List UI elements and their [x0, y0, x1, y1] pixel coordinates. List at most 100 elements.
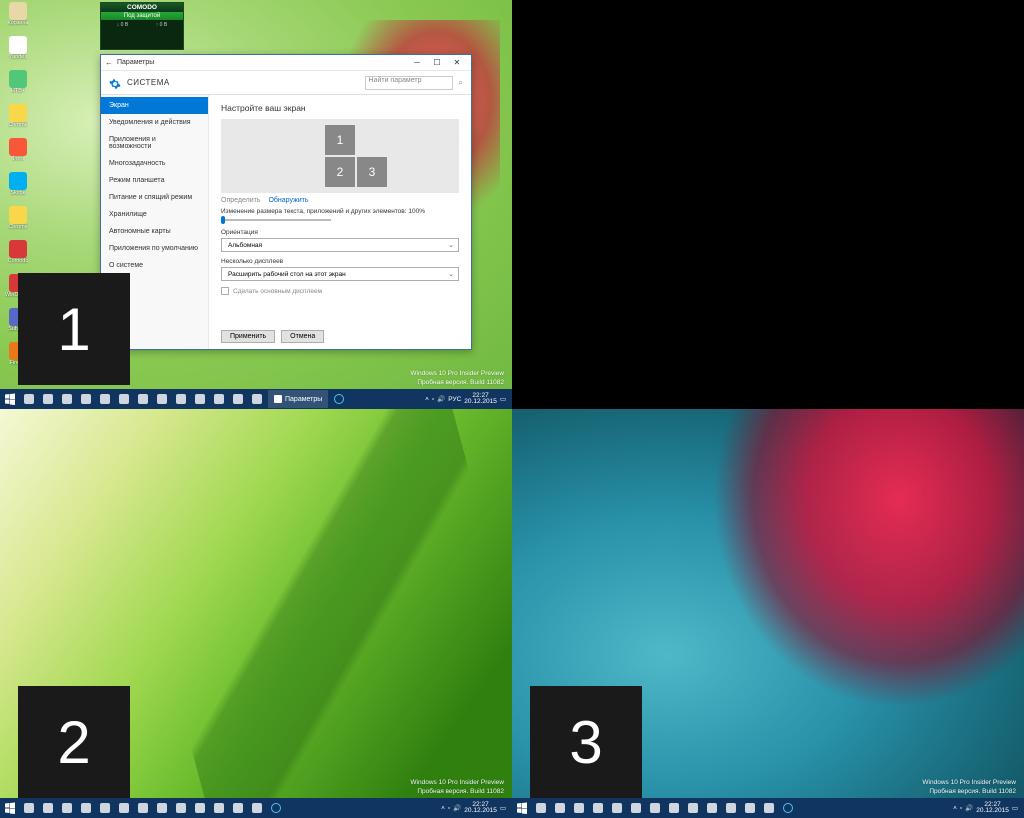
close-button[interactable]: ✕	[447, 56, 467, 70]
task-view-icon[interactable]	[40, 800, 56, 816]
movies-icon[interactable]	[116, 391, 132, 407]
maximize-button[interactable]: ☐	[427, 56, 447, 70]
start-button[interactable]	[2, 800, 18, 816]
pen-icon[interactable]	[647, 800, 663, 816]
action-center-icon[interactable]: ▭	[500, 395, 506, 403]
desktop-icon[interactable]: Chrome	[4, 104, 32, 136]
identify-link[interactable]: Определить	[221, 197, 260, 204]
calendar-icon[interactable]	[192, 800, 208, 816]
onenote-icon[interactable]	[211, 800, 227, 816]
ie-icon[interactable]	[331, 391, 347, 407]
search-icon[interactable]	[21, 800, 37, 816]
action-center-icon[interactable]: ▭	[1012, 804, 1018, 812]
sidebar-item[interactable]: Экран	[101, 97, 208, 114]
system-tray[interactable]: ˄ ▫ 🔊 22:2720.12.2015 ▭	[441, 802, 510, 815]
explorer-icon[interactable]	[590, 800, 606, 816]
taskbar[interactable]: ˄ ▫ 🔊 22:2720.12.2015 ▭	[512, 798, 1024, 818]
search-input[interactable]: Найти параметр	[365, 76, 453, 90]
ie-icon[interactable]	[268, 800, 284, 816]
monitor-tile-1[interactable]: 1	[325, 125, 355, 155]
people-icon[interactable]	[666, 800, 682, 816]
search-icon[interactable]	[21, 391, 37, 407]
apply-button[interactable]: Применить	[221, 330, 275, 343]
search-icon[interactable]	[533, 800, 549, 816]
sidebar-item[interactable]: О системе	[101, 257, 208, 274]
edge-icon[interactable]	[59, 800, 75, 816]
people-icon[interactable]	[154, 391, 170, 407]
desktop-icon[interactable]: Корзина	[4, 2, 32, 34]
back-icon[interactable]: ←	[105, 58, 113, 67]
sidebar-item[interactable]: Автономные карты	[101, 223, 208, 240]
volume-icon[interactable]: 🔊	[965, 804, 973, 812]
taskbar[interactable]: ˄ ▫ 🔊 22:2720.12.2015 ▭	[0, 798, 512, 818]
movies-icon[interactable]	[628, 800, 644, 816]
earth-icon[interactable]	[230, 800, 246, 816]
system-tray[interactable]: ˄ ▫ 🔊 22:2720.12.2015 ▭	[953, 802, 1022, 815]
titlebar[interactable]: ← Параметры ─ ☐ ✕	[101, 55, 471, 71]
start-button[interactable]	[514, 800, 530, 816]
sidebar-item[interactable]: Питание и спящий режим	[101, 189, 208, 206]
orientation-dropdown[interactable]: Альбомная ⌄	[221, 238, 459, 252]
word-icon[interactable]	[249, 800, 265, 816]
earth-icon[interactable]	[230, 391, 246, 407]
make-main-checkbox[interactable]: Сделать основным дисплеем	[221, 287, 459, 295]
display-arrangement[interactable]: 1 2 3	[221, 119, 459, 193]
store-icon[interactable]	[97, 391, 113, 407]
action-center-icon[interactable]: ▭	[500, 804, 506, 812]
desktop-icon[interactable]: Chrome	[4, 206, 32, 238]
clock[interactable]: 22:2720.12.2015	[976, 802, 1009, 815]
sidebar-item[interactable]: Хранилище	[101, 206, 208, 223]
scale-slider[interactable]	[221, 219, 331, 221]
mail-icon[interactable]	[685, 800, 701, 816]
language-indicator[interactable]: РУС	[448, 396, 461, 403]
volume-icon[interactable]: 🔊	[453, 804, 461, 812]
desktop-icon[interactable]: Yandex	[4, 36, 32, 68]
task-view-icon[interactable]	[552, 800, 568, 816]
clock[interactable]: 22:2720.12.2015	[464, 393, 497, 406]
earth-icon[interactable]	[742, 800, 758, 816]
sidebar-item[interactable]: Уведомления и действия	[101, 114, 208, 131]
sidebar-item[interactable]: Режим планшета	[101, 172, 208, 189]
pen-icon[interactable]	[135, 800, 151, 816]
movies-icon[interactable]	[116, 800, 132, 816]
multidisplay-dropdown[interactable]: Расширить рабочий стол на этот экран ⌄	[221, 267, 459, 281]
comodo-widget[interactable]: COMODO Под защитой ↓ 0 B↑ 0 B	[100, 2, 184, 50]
network-icon[interactable]: ▫	[432, 396, 434, 403]
explorer-icon[interactable]	[78, 391, 94, 407]
volume-icon[interactable]: 🔊	[437, 395, 445, 403]
sidebar-item[interactable]: Многозадачность	[101, 155, 208, 172]
tray-chevron-icon[interactable]: ˄	[441, 805, 445, 812]
pen-icon[interactable]	[135, 391, 151, 407]
store-icon[interactable]	[609, 800, 625, 816]
people-icon[interactable]	[154, 800, 170, 816]
clock[interactable]: 22:2720.12.2015	[464, 802, 497, 815]
task-view-icon[interactable]	[40, 391, 56, 407]
sidebar-item[interactable]: Приложения и возможности	[101, 131, 208, 155]
tray-chevron-icon[interactable]: ˄	[953, 805, 957, 812]
minimize-button[interactable]: ─	[407, 56, 427, 70]
edge-icon[interactable]	[571, 800, 587, 816]
explorer-icon[interactable]	[78, 800, 94, 816]
taskbar[interactable]: Параметры ˄ ▫ 🔊 РУС 22:2720.12.2015 ▭	[0, 389, 512, 409]
desktop-icon[interactable]: Skype	[4, 172, 32, 204]
word-icon[interactable]	[761, 800, 777, 816]
onenote-icon[interactable]	[211, 391, 227, 407]
desktop-icon[interactable]: НТВ+	[4, 70, 32, 102]
monitor-tile-3[interactable]: 3	[357, 157, 387, 187]
monitor-tile-2[interactable]: 2	[325, 157, 355, 187]
search-icon[interactable]: ⌕	[459, 78, 463, 88]
start-button[interactable]	[2, 391, 18, 407]
store-icon[interactable]	[97, 800, 113, 816]
sidebar-item[interactable]: Приложения по умолчанию	[101, 240, 208, 257]
onenote-icon[interactable]	[723, 800, 739, 816]
mail-icon[interactable]	[173, 800, 189, 816]
network-icon[interactable]: ▫	[448, 805, 450, 812]
desktop-icon[interactable]: Фото	[4, 138, 32, 170]
system-tray[interactable]: ˄ ▫ 🔊 РУС 22:2720.12.2015 ▭	[425, 393, 510, 406]
ie-icon[interactable]	[780, 800, 796, 816]
calendar-icon[interactable]	[192, 391, 208, 407]
calendar-icon[interactable]	[704, 800, 720, 816]
desktop-icon[interactable]: Comodo	[4, 240, 32, 272]
network-icon[interactable]: ▫	[960, 805, 962, 812]
detect-link[interactable]: Обнаружить	[268, 197, 308, 204]
